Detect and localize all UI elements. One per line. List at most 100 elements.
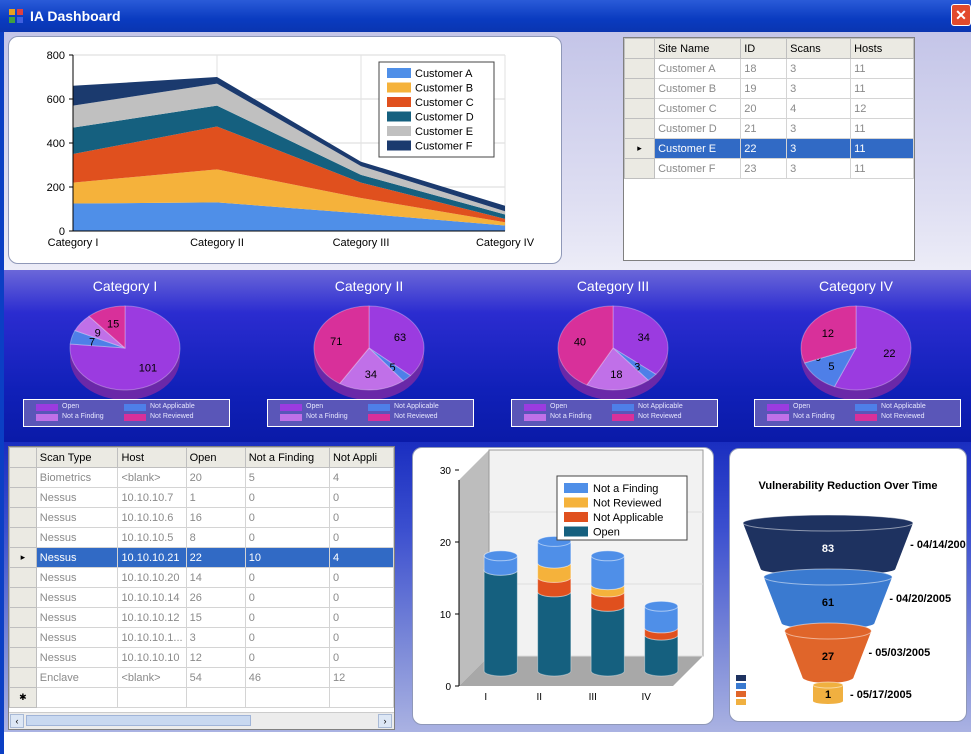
table-cell[interactable]: 3 [786,138,852,159]
table-cell[interactable]: 0 [328,507,394,528]
table-cell[interactable]: Biometrics [35,467,119,488]
table-cell[interactable]: 8 [185,527,246,548]
table-cell[interactable]: 4 [786,98,852,119]
table-cell[interactable]: Customer A [654,58,742,79]
table-cell[interactable]: 3 [185,627,246,648]
row-header[interactable] [624,78,656,99]
table-cell[interactable]: Nessus [35,527,119,548]
table-cell[interactable]: 0 [328,567,394,588]
table-cell[interactable]: Nessus [35,487,119,508]
table-row[interactable]: Nessus 10.10.10.20 14 0 0 [9,567,394,588]
table-cell[interactable]: 11 [850,58,914,79]
table-row[interactable]: Enclave <blank> 54 46 12 [9,667,394,688]
table-cell[interactable]: 23 [740,158,788,179]
table-row[interactable]: Customer B 19 3 11 [624,78,914,99]
table-cell[interactable]: 0 [328,487,394,508]
column-header[interactable]: Open [185,447,246,468]
column-header[interactable]: Scan Type [35,447,119,468]
table-cell[interactable]: Customer E [654,138,742,159]
table-cell[interactable]: 0 [328,527,394,548]
table-cell[interactable]: 16 [185,507,246,528]
table-cell[interactable]: 0 [244,507,330,528]
table-cell[interactable]: 5 [244,467,330,488]
table-row[interactable]: Customer C 20 4 12 [624,98,914,119]
table-cell[interactable]: Nessus [35,587,119,608]
table-cell[interactable]: 0 [244,567,330,588]
table-cell[interactable]: Nessus [35,627,119,648]
row-header[interactable] [624,58,656,79]
table-row[interactable]: Nessus 10.10.10.10 12 0 0 [9,647,394,668]
table-cell[interactable]: 10.10.10.14 [117,587,187,608]
table-cell[interactable]: 4 [328,467,394,488]
table-cell[interactable]: 15 [185,607,246,628]
table-cell[interactable]: 0 [328,647,394,668]
table-row[interactable]: ▸ Customer E 22 3 11 [624,138,914,159]
table-cell[interactable]: 3 [786,158,852,179]
column-header[interactable]: Not a Finding [244,447,330,468]
table-cell[interactable]: 0 [244,487,330,508]
table-row[interactable]: Nessus 10.10.10.6 16 0 0 [9,507,394,528]
table-cell[interactable]: 0 [328,587,394,608]
scroll-thumb[interactable] [26,715,251,726]
column-header[interactable]: Site Name [654,38,742,59]
table-cell[interactable]: 11 [850,158,914,179]
table-row[interactable]: ▸ Nessus 10.10.10.21 22 10 4 [9,547,394,568]
table-cell[interactable]: Nessus [35,607,119,628]
table-cell[interactable]: 0 [244,647,330,668]
table-cell[interactable]: 0 [244,607,330,628]
table-cell[interactable]: 10.10.10.21 [117,547,187,568]
table-row[interactable]: Nessus 10.10.10.1... 3 0 0 [9,627,394,648]
table-cell[interactable]: 3 [786,118,852,139]
table-row[interactable]: Customer F 23 3 11 [624,158,914,179]
table-cell[interactable]: 0 [244,627,330,648]
table-cell[interactable]: 22 [740,138,788,159]
table-cell[interactable]: 12 [185,647,246,668]
table-cell[interactable]: 10.10.10.12 [117,607,187,628]
table-cell[interactable]: 10.10.10.10 [117,647,187,668]
table-cell[interactable]: Enclave [35,667,119,688]
table-cell[interactable]: 22 [185,547,246,568]
sites-grid[interactable]: Site Name ID Scans Hosts Customer A 18 3 11 Cust… [623,37,915,261]
table-row[interactable]: Customer D 21 3 11 [624,118,914,139]
row-header[interactable] [9,667,37,688]
table-cell[interactable]: 10.10.10.7 [117,487,187,508]
column-header[interactable]: Host [117,447,187,468]
row-header[interactable] [9,647,37,668]
table-row[interactable]: Nessus 10.10.10.7 1 0 0 [9,487,394,508]
table-row[interactable]: Biometrics <blank> 20 5 4 [9,467,394,488]
row-header[interactable] [9,467,37,488]
table-cell[interactable]: 19 [740,78,788,99]
table-row[interactable]: Customer A 18 3 11 [624,58,914,79]
row-header[interactable] [624,118,656,139]
table-cell[interactable]: 10 [244,547,330,568]
table-cell[interactable]: 0 [328,607,394,628]
column-header[interactable]: ID [740,38,788,59]
table-cell[interactable]: 14 [185,567,246,588]
table-cell[interactable]: Customer C [654,98,742,119]
table-cell[interactable]: Nessus [35,507,119,528]
table-cell[interactable]: 0 [244,527,330,548]
table-cell[interactable]: 10.10.10.20 [117,567,187,588]
table-row[interactable]: Nessus 10.10.10.5 8 0 0 [9,527,394,548]
table-cell[interactable]: 46 [244,667,330,688]
table-cell[interactable]: 3 [786,58,852,79]
table-row[interactable]: Nessus 10.10.10.14 26 0 0 [9,587,394,608]
table-cell[interactable]: <blank> [117,467,187,488]
new-row-marker[interactable]: ✱ [9,687,37,708]
table-cell[interactable]: 11 [850,78,914,99]
table-cell[interactable]: 18 [740,58,788,79]
row-header[interactable]: ▸ [9,547,37,568]
table-cell[interactable] [328,687,394,708]
table-cell[interactable]: Nessus [35,647,119,668]
column-header[interactable]: Scans [786,38,852,59]
table-cell[interactable]: 3 [786,78,852,99]
row-header[interactable] [9,527,37,548]
table-cell[interactable]: 20 [740,98,788,119]
table-cell[interactable]: 54 [185,667,246,688]
table-cell[interactable]: 10.10.10.5 [117,527,187,548]
row-header[interactable]: ▸ [624,138,656,159]
table-cell[interactable]: 11 [850,138,914,159]
table-cell[interactable]: <blank> [117,667,187,688]
table-cell[interactable]: 0 [244,587,330,608]
table-cell[interactable]: 11 [850,118,914,139]
